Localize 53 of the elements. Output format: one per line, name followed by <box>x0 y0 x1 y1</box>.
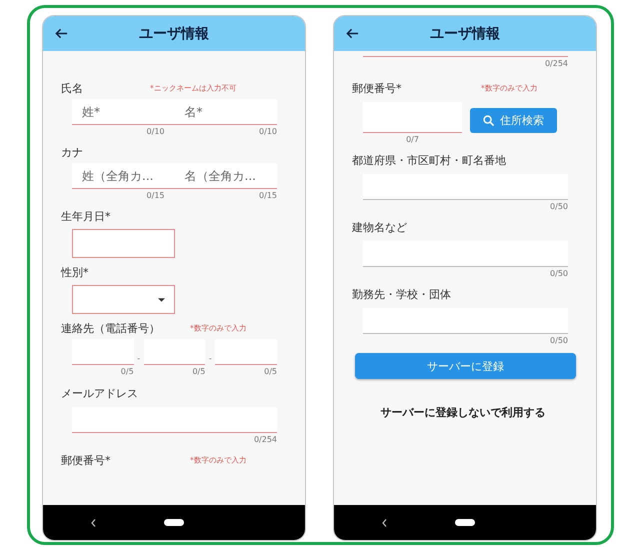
input-field[interactable] <box>72 285 175 314</box>
address-search-button[interactable]: 住所検索 <box>470 108 557 133</box>
char-counter: 0/50 <box>549 335 568 347</box>
input-field[interactable] <box>363 102 462 133</box>
field-label: メールアドレス <box>61 386 138 400</box>
screen-title: ユーザ情報 <box>430 24 500 42</box>
field-label: 氏名 <box>61 80 83 96</box>
field-label: カナ <box>61 144 83 160</box>
char-counter: 0/254 <box>544 58 568 70</box>
input-field[interactable] <box>363 174 568 200</box>
input-field[interactable] <box>72 339 134 365</box>
input-field[interactable] <box>363 308 568 334</box>
separator-text: - <box>208 353 213 365</box>
field-label: 勤務先・学校・団体 <box>352 286 451 302</box>
char-counter: 0/7 <box>405 134 420 146</box>
char-counter: 0/10 <box>146 126 166 138</box>
back-chevron-icon[interactable] <box>91 518 96 526</box>
back-arrow-icon[interactable] <box>55 27 68 40</box>
search-icon[interactable] <box>483 115 494 126</box>
input-field[interactable]: 名（全角カ... <box>174 163 277 189</box>
back-chevron-icon[interactable] <box>382 518 387 526</box>
input-field[interactable] <box>363 241 568 267</box>
input-field[interactable] <box>72 407 277 433</box>
char-counter: 0/254 <box>252 434 277 446</box>
home-pill-icon[interactable] <box>455 519 475 526</box>
field-label: 性別* <box>61 264 88 280</box>
field-label: 生年月日* <box>61 208 110 224</box>
char-counter: 0/5 <box>191 366 206 378</box>
separator-text: - <box>136 353 142 365</box>
use-without-register-link[interactable]: サーバーに登録しないで利用する <box>380 406 546 419</box>
char-counter: 0/5 <box>263 366 278 378</box>
input-field[interactable] <box>215 339 278 365</box>
field-label: 郵便番号* <box>352 80 402 96</box>
dropdown-caret-icon[interactable] <box>158 298 165 302</box>
char-counter: 0/15 <box>146 190 166 202</box>
char-counter: 0/50 <box>549 268 568 280</box>
home-pill-icon[interactable] <box>164 519 184 526</box>
input-field[interactable] <box>144 339 206 365</box>
register-button[interactable]: サーバーに登録 <box>355 353 576 379</box>
char-counter: 0/15 <box>258 190 277 202</box>
input-field[interactable]: 姓* <box>72 99 174 125</box>
char-counter: 0/10 <box>258 126 277 138</box>
field-label: 連絡先（電話番号） <box>61 320 160 336</box>
field-label: 郵便番号* <box>61 452 110 468</box>
char-counter: 0/5 <box>120 366 134 378</box>
field-label: 建物名など <box>352 220 407 234</box>
input-field[interactable] <box>72 229 175 258</box>
input-field[interactable]: 姓（全角カ... <box>72 163 174 189</box>
field-label: 都道府県・市区町村・町名番地 <box>352 152 506 168</box>
char-counter: 0/50 <box>549 201 568 213</box>
screen-title: ユーザ情報 <box>139 24 209 42</box>
input-field[interactable]: 名* <box>174 99 277 125</box>
back-arrow-icon[interactable] <box>346 27 359 40</box>
